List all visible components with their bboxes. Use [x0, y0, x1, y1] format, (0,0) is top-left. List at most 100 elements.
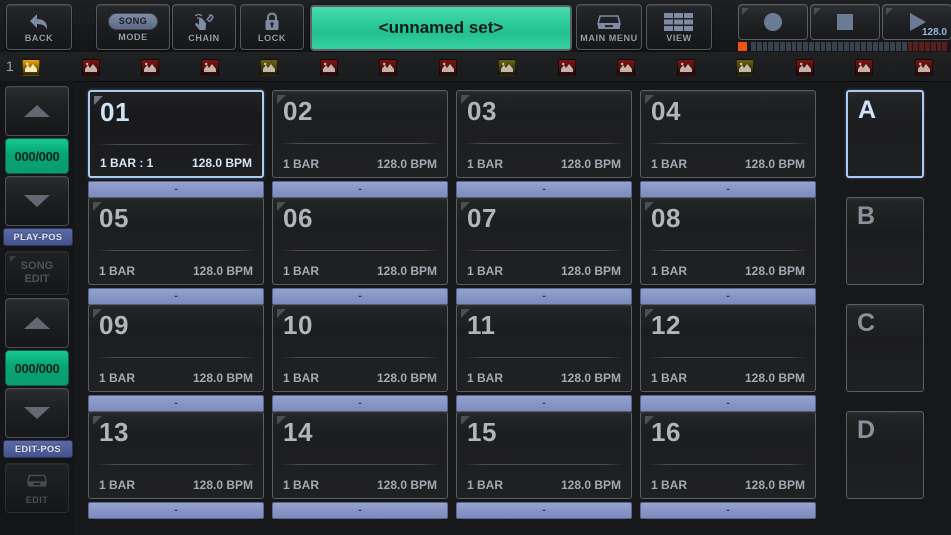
- edit-pos-down-button[interactable]: [5, 388, 69, 438]
- pattern-bars: 1 BAR: [283, 157, 320, 171]
- pattern-grid: 01 1 BAR : 1 128.0 BPM -02 1 BAR 128.0 BPM -03…: [88, 90, 836, 530]
- waveform-icon[interactable]: [379, 59, 397, 76]
- pattern-slot-01[interactable]: -: [88, 181, 264, 198]
- chain-button[interactable]: CHAIN: [172, 4, 236, 50]
- waveform-icon[interactable]: [795, 59, 814, 76]
- pattern-bpm: 128.0 BPM: [192, 371, 253, 385]
- pattern-slot-12[interactable]: -: [640, 395, 816, 412]
- view-button[interactable]: VIEW: [646, 4, 712, 50]
- bank-button-C[interactable]: C: [846, 304, 924, 392]
- pattern-cell-10[interactable]: 10 1 BAR 128.0 BPM: [272, 304, 448, 392]
- back-button[interactable]: BACK: [6, 4, 72, 50]
- waveform-icon[interactable]: [736, 59, 754, 76]
- pattern-slot-03[interactable]: -: [456, 181, 632, 198]
- play-button[interactable]: 128.0: [882, 4, 951, 40]
- pattern-cell-16[interactable]: 16 1 BAR 128.0 BPM: [640, 411, 816, 499]
- meter-segment: [756, 41, 762, 51]
- pattern-cell-15[interactable]: 15 1 BAR 128.0 BPM: [456, 411, 632, 499]
- pattern-slot-16[interactable]: -: [640, 502, 816, 519]
- pattern-cell-06[interactable]: 06 1 BAR 128.0 BPM: [272, 197, 448, 285]
- edit-button-label: EDIT: [25, 494, 49, 505]
- divider: [97, 357, 255, 358]
- set-name-field[interactable]: <unnamed set>: [310, 5, 572, 51]
- song-edit-button[interactable]: SONG EDIT: [5, 251, 69, 295]
- divider: [465, 357, 623, 358]
- pattern-slot-02[interactable]: -: [272, 181, 448, 198]
- edit-button[interactable]: EDIT: [5, 463, 69, 513]
- meter-segment: [762, 41, 768, 51]
- pattern-bpm: 128.0 BPM: [744, 157, 805, 171]
- main-menu-label: MAIN MENU: [580, 33, 638, 43]
- pattern-number: 09: [99, 310, 129, 340]
- bank-button-D[interactable]: D: [846, 411, 924, 499]
- pattern-number: 01: [100, 97, 130, 127]
- waveform-icon[interactable]: [498, 59, 516, 76]
- waveform-icon[interactable]: [81, 59, 100, 76]
- meter-segment: [814, 41, 820, 51]
- mode-button[interactable]: SONG MODE: [96, 4, 170, 50]
- pattern-cell-wrapper: 02 1 BAR 128.0 BPM -: [272, 90, 448, 198]
- pattern-cell-wrapper: 13 1 BAR 128.0 BPM -: [88, 411, 264, 519]
- pattern-bpm: 128.0 BPM: [744, 371, 805, 385]
- pattern-cell-08[interactable]: 08 1 BAR 128.0 BPM: [640, 197, 816, 285]
- waveform-icon[interactable]: [438, 59, 457, 76]
- waveform-icon[interactable]: [141, 59, 159, 76]
- pattern-slot-13[interactable]: -: [88, 502, 264, 519]
- pattern-cell-wrapper: 14 1 BAR 128.0 BPM -: [272, 411, 448, 519]
- pattern-slot-04[interactable]: -: [640, 181, 816, 198]
- main-menu-button[interactable]: MAIN MENU: [576, 4, 642, 50]
- pattern-cell-14[interactable]: 14 1 BAR 128.0 BPM: [272, 411, 448, 499]
- pattern-cell-09[interactable]: 09 1 BAR 128.0 BPM: [88, 304, 264, 392]
- play-pos-value[interactable]: 000/000: [5, 138, 69, 174]
- pattern-cell-01[interactable]: 01 1 BAR : 1 128.0 BPM: [88, 90, 264, 178]
- edit-pos-up-button[interactable]: [5, 298, 69, 348]
- pattern-cell-05[interactable]: 05 1 BAR 128.0 BPM: [88, 197, 264, 285]
- lock-button[interactable]: LOCK: [240, 4, 304, 50]
- pattern-cell-11[interactable]: 11 1 BAR 128.0 BPM: [456, 304, 632, 392]
- meter-segment: [779, 41, 785, 51]
- bank-button-B[interactable]: B: [846, 197, 924, 285]
- pattern-cell-03[interactable]: 03 1 BAR 128.0 BPM: [456, 90, 632, 178]
- pattern-slot-11[interactable]: -: [456, 395, 632, 412]
- waveform-icon[interactable]: [260, 59, 278, 76]
- waveform-icon[interactable]: [22, 59, 40, 76]
- pattern-slot-09[interactable]: -: [88, 395, 264, 412]
- song-edit-label: SONG EDIT: [20, 260, 54, 285]
- edit-pos-value[interactable]: 000/000: [5, 350, 69, 386]
- pattern-cell-13[interactable]: 13 1 BAR 128.0 BPM: [88, 411, 264, 499]
- pattern-bpm: 128.0 BPM: [744, 264, 805, 278]
- pattern-cell-wrapper: 16 1 BAR 128.0 BPM -: [640, 411, 816, 519]
- waveform-icon[interactable]: [914, 59, 933, 76]
- pattern-cell-07[interactable]: 07 1 BAR 128.0 BPM: [456, 197, 632, 285]
- play-pos-down-button[interactable]: [5, 176, 69, 226]
- pattern-slot-10[interactable]: -: [272, 395, 448, 412]
- pattern-slot-07[interactable]: -: [456, 288, 632, 305]
- pattern-number: 02: [283, 96, 313, 126]
- pattern-number: 08: [651, 203, 681, 233]
- waveform-icon[interactable]: [617, 59, 635, 76]
- waveform-icon[interactable]: [557, 59, 576, 76]
- waveform-icon[interactable]: [855, 59, 873, 76]
- meter-segment: [843, 41, 849, 51]
- waveform-icon[interactable]: [200, 59, 219, 76]
- pattern-slot-14[interactable]: -: [272, 502, 448, 519]
- play-pos-up-button[interactable]: [5, 86, 69, 136]
- waveform-icon[interactable]: [319, 59, 338, 76]
- stop-button[interactable]: [810, 4, 880, 40]
- pattern-cell-04[interactable]: 04 1 BAR 128.0 BPM: [640, 90, 816, 178]
- record-button[interactable]: [738, 4, 808, 40]
- pattern-cell-wrapper: 01 1 BAR : 1 128.0 BPM -: [88, 90, 264, 198]
- divider: [281, 143, 439, 144]
- bank-column: A B C D: [846, 90, 946, 530]
- level-meter: [738, 41, 948, 51]
- pattern-bpm: 128.0 BPM: [376, 371, 437, 385]
- waveform-icon[interactable]: [676, 59, 695, 76]
- pattern-slot-15[interactable]: -: [456, 502, 632, 519]
- pattern-cell-02[interactable]: 02 1 BAR 128.0 BPM: [272, 90, 448, 178]
- pattern-slot-06[interactable]: -: [272, 288, 448, 305]
- app-root: BACK SONG MODE CHAIN LOCK <unnamed set> …: [0, 0, 951, 535]
- pattern-slot-05[interactable]: -: [88, 288, 264, 305]
- bank-button-A[interactable]: A: [846, 90, 924, 178]
- pattern-cell-12[interactable]: 12 1 BAR 128.0 BPM: [640, 304, 816, 392]
- pattern-slot-08[interactable]: -: [640, 288, 816, 305]
